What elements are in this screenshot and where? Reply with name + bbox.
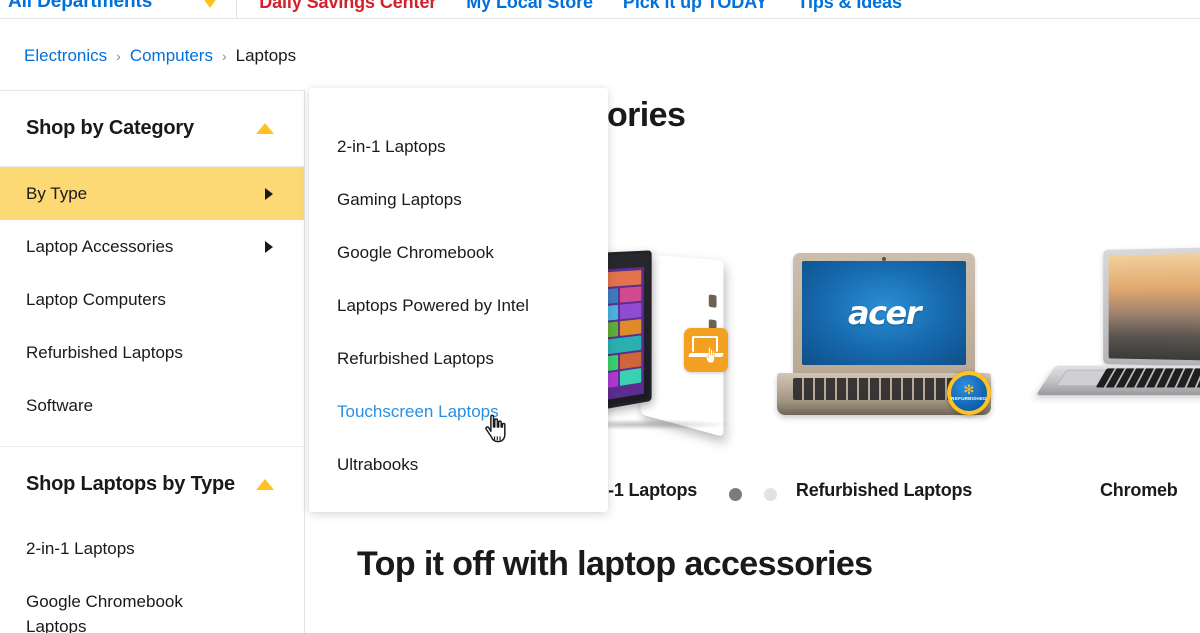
flyout-item-label: Google Chromebook [337, 242, 494, 262]
sidebar: Shop by Category By Type Laptop Accessor… [0, 90, 305, 633]
carousel-tile-refurbished-laptops[interactable]: acer ✻ REFURBISHED Refurbished Laptops [759, 148, 1009, 518]
flyout-item-gaming-laptops[interactable]: Gaming Laptops [309, 173, 608, 226]
laptop-lid [1103, 245, 1200, 369]
flyout-item-ultrabooks[interactable]: Ultrabooks [309, 438, 608, 491]
sidebar-section-title: Shop by Category [26, 117, 194, 139]
section-heading-accessories: Top it off with laptop accessories [357, 545, 873, 583]
breadcrumb-link-electronics[interactable]: Electronics [24, 46, 107, 66]
sidebar-item-label: Laptop Accessories [26, 236, 174, 256]
sidebar-item-laptop-accessories[interactable]: Laptop Accessories [0, 220, 304, 273]
sidebar-item-label: By Type [26, 183, 88, 203]
flyout-item-label: Refurbished Laptops [337, 348, 494, 368]
flyout-item-label: Touchscreen Laptops [337, 401, 499, 421]
sidebar-item-label: Google Chromebook Laptops [26, 592, 183, 633]
spark-glyph: ✻ [963, 382, 975, 397]
breadcrumb-separator: › [221, 48, 227, 64]
flyout-submenu-by-type: 2-in-1 Laptops Gaming Laptops Google Chr… [309, 88, 608, 512]
breadcrumb-separator: › [116, 48, 121, 64]
flyout-item-label: 2-in-1 Laptops [337, 136, 446, 156]
chevron-right-icon [265, 187, 273, 200]
caret-up-icon[interactable] [256, 479, 274, 490]
sidebar-item-software[interactable]: Software [0, 379, 304, 432]
chevron-right-icon [265, 240, 273, 253]
page-title: ories [607, 96, 686, 134]
laptop-lid: acer [793, 253, 975, 375]
nav-link-tips-and-ideas[interactable]: Tips & Ideas [797, 0, 902, 13]
flyout-item-google-chromebook[interactable]: Google Chromebook [309, 226, 608, 279]
top-nav-links: Daily Savings Center My Local Store Pick… [237, 0, 902, 19]
flyout-item-label: Laptops Powered by Intel [337, 295, 529, 315]
carousel-dot-2[interactable] [764, 488, 777, 501]
flyout-item-laptops-powered-by-intel[interactable]: Laptops Powered by Intel [309, 279, 608, 332]
nav-link-my-local-store[interactable]: My Local Store [466, 0, 593, 13]
breadcrumb: Electronics › Computers › Laptops [24, 46, 296, 66]
caret-up-icon[interactable] [256, 123, 274, 134]
breadcrumb-current-laptops: Laptops [235, 46, 297, 65]
sidebar-item-2-in-1-laptops[interactable]: 2-in-1 Laptops [0, 522, 304, 575]
product-image-acer-laptop: acer ✻ REFURBISHED [759, 148, 1009, 448]
flyout-item-2-in-1-laptops[interactable]: 2-in-1 Laptops [309, 120, 608, 173]
laptop-keyboard-base [1035, 365, 1200, 396]
sidebar-section-header-shop-by-category[interactable]: Shop by Category [0, 91, 304, 166]
refurbished-badge-icon: ✻ REFURBISHED [947, 371, 991, 415]
keyboard [1095, 368, 1200, 388]
touchscreen-badge-icon [684, 328, 728, 372]
carousel-tile-chromebooks[interactable]: Chromeb [1006, 148, 1200, 518]
laptop-display [1108, 252, 1200, 362]
chevron-down-icon [202, 0, 219, 8]
sidebar-item-label: 2-in-1 Laptops [26, 539, 135, 558]
acer-logo: acer [847, 294, 922, 332]
flyout-item-label: Gaming Laptops [337, 189, 462, 209]
hand-glyph [705, 346, 715, 364]
sidebar-item-laptop-computers[interactable]: Laptop Computers [0, 273, 304, 326]
laptop-display: acer [802, 261, 966, 365]
flyout-item-refurbished-laptops[interactable]: Refurbished Laptops [309, 332, 608, 385]
nav-link-daily-savings-center[interactable]: Daily Savings Center [259, 0, 436, 13]
sidebar-section-shop-laptops-by-type: Shop Laptops by Type 2-in-1 Laptops Goog… [0, 446, 304, 633]
sidebar-section-header-shop-laptops-by-type[interactable]: Shop Laptops by Type [0, 447, 304, 522]
sidebar-item-label: Laptop Computers [26, 289, 166, 309]
flyout-item-touchscreen-laptops[interactable]: Touchscreen Laptops [309, 385, 608, 438]
sidebar-item-by-type[interactable]: By Type [0, 167, 304, 220]
sidebar-item-google-chromebook-laptops[interactable]: Google Chromebook Laptops [0, 575, 304, 633]
all-departments-menu[interactable]: All Departments [0, 0, 238, 19]
refurbished-badge-text: REFURBISHED [951, 396, 987, 401]
nav-link-pick-it-up-today[interactable]: Pick it up TODAY [623, 0, 768, 13]
sidebar-section-title: Shop Laptops by Type [26, 473, 235, 495]
sidebar-item-label: Software [26, 395, 94, 415]
page-root: All Departments Daily Savings Center My … [0, 0, 1200, 633]
carousel-dot-1[interactable] [729, 488, 742, 501]
breadcrumb-link-computers[interactable]: Computers [130, 46, 213, 66]
webcam-icon [882, 257, 886, 261]
flyout-item-label: Ultrabooks [337, 454, 419, 474]
top-navigation-bar: All Departments Daily Savings Center My … [0, 0, 1200, 19]
sidebar-item-refurbished-laptops[interactable]: Refurbished Laptops [0, 326, 304, 379]
all-departments-label: All Departments [8, 0, 153, 12]
sidebar-item-label: Refurbished Laptops [26, 342, 183, 362]
product-image-chromebook [1006, 148, 1200, 448]
